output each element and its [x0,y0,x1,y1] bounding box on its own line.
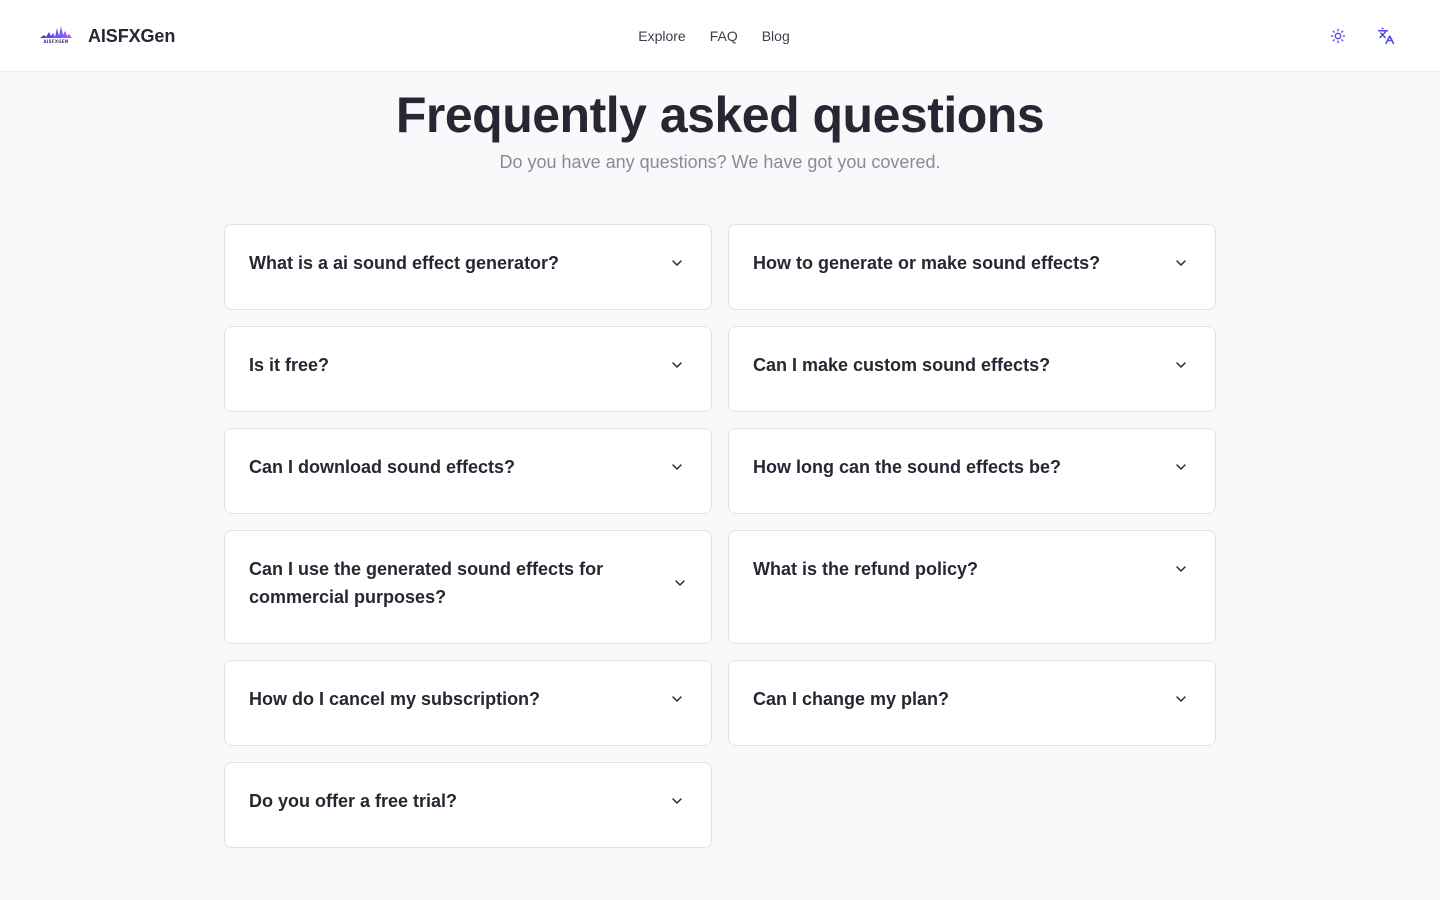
faq-question: Can I use the generated sound effects fo… [249,559,604,607]
faq-question: How do I cancel my subscription? [249,689,541,709]
chevron-down-icon [672,260,682,266]
page-subtitle: Do you have any questions? We have got y… [499,152,941,172]
chevron-down-icon [1176,696,1186,702]
faq-item[interactable]: Can I make custom sound effects? [728,326,1216,412]
faq-question: Is it free? [249,355,330,375]
logo-wordmark: AISFXGEN [43,39,69,44]
chevron-down-icon [672,464,682,470]
faq-question: Do you offer a free trial? [249,791,458,811]
nav-blog[interactable]: Blog [762,28,790,44]
faq-question: Can I download sound effects? [249,457,516,477]
faq-item[interactable]: Is it free? [224,326,712,412]
theme-toggle-button[interactable] [1326,24,1350,48]
faq-item[interactable]: How do I cancel my subscription? [224,660,712,746]
chevron-down-icon [1176,260,1186,266]
faq-question: Can I make custom sound effects? [753,355,1051,375]
translate-icon [1377,27,1395,45]
chevron-down-icon [672,362,682,368]
page-title: Frequently asked questions [395,87,1045,143]
faq-item[interactable]: How to generate or make sound effects? [728,224,1216,310]
language-button[interactable] [1374,24,1398,48]
logo: AISFXGEN [40,24,72,48]
chevron-down-icon [675,580,685,586]
nav-faq[interactable]: FAQ [710,28,738,44]
faq-question: What is the refund policy? [753,559,979,579]
top-header: AISFXGEN AISFXGen Explore FAQ Blog [0,0,1440,72]
faq-question: What is a ai sound effect generator? [249,253,560,273]
chevron-down-icon [1176,362,1186,368]
nav-explore[interactable]: Explore [638,28,685,44]
faq-question: Can I change my plan? [753,689,950,709]
faq-item[interactable]: Can I use the generated sound effects fo… [224,530,712,644]
faq-item[interactable]: What is the refund policy? [728,530,1216,644]
main-nav: Explore FAQ Blog [0,0,1440,72]
faq-item[interactable]: Can I download sound effects? [224,428,712,514]
soundwave-logo-icon [40,26,72,38]
faq-item[interactable]: Can I change my plan? [728,660,1216,746]
faq-item[interactable]: Do you offer a free trial? [224,762,712,848]
chevron-down-icon [1176,566,1186,572]
brand-link[interactable]: AISFXGEN AISFXGen [40,22,175,50]
sun-icon [1330,28,1346,44]
chevron-down-icon [672,798,682,804]
faq-question: How long can the sound effects be? [753,457,1062,477]
chevron-down-icon [672,696,682,702]
brand-name: AISFXGen [88,25,176,46]
chevron-down-icon [1176,464,1186,470]
faq-question: How to generate or make sound effects? [753,253,1101,273]
faq-item[interactable]: What is a ai sound effect generator? [224,224,712,310]
faq-item[interactable]: How long can the sound effects be? [728,428,1216,514]
